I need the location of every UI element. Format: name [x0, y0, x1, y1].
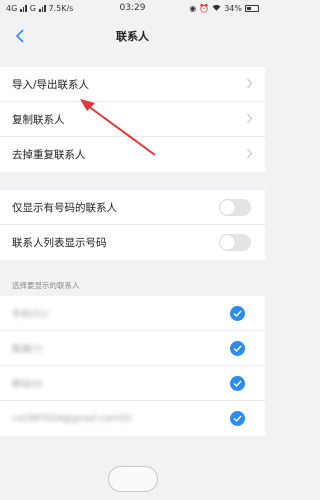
- home-bar: [0, 458, 265, 500]
- only-with-number-row: 仅显示有号码的联系人: [0, 190, 265, 225]
- account-label: ca1997024@gmail.com(0): [12, 413, 132, 424]
- show-number-row: 联系人列表显示号码: [0, 225, 265, 260]
- status-time: 03:29: [119, 3, 146, 13]
- import-export-row[interactable]: 导入/导出联系人: [0, 67, 265, 102]
- only-with-number-label: 仅显示有号码的联系人: [12, 201, 117, 214]
- display-options-group: 仅显示有号码的联系人 联系人列表显示号码: [0, 190, 265, 260]
- home-button[interactable]: [107, 466, 158, 492]
- checkmark-icon[interactable]: [230, 411, 245, 426]
- contacts-actions-group: 导入/导出联系人 复制联系人 去掉重复联系人: [0, 67, 265, 172]
- checkmark-icon[interactable]: [230, 341, 245, 356]
- show-number-toggle[interactable]: [219, 234, 251, 251]
- battery-icon: [245, 4, 259, 12]
- page-title: 联系人: [116, 30, 149, 43]
- only-with-number-toggle[interactable]: [219, 199, 251, 216]
- account-label: 移动(0): [12, 379, 43, 390]
- checkmark-icon[interactable]: [230, 306, 245, 321]
- chevron-right-icon: [247, 113, 253, 124]
- status-bar: 4G G 7.5K/s 03:29 ◉ ⏰ 34%: [0, 0, 265, 16]
- chevron-right-icon: [247, 148, 253, 159]
- accounts-group: 手机(51) 联通(7) 移动(0) ca1997024@gmail.com(0…: [0, 296, 265, 436]
- import-export-label: 导入/导出联系人: [12, 78, 90, 91]
- account-label: 手机(51): [12, 309, 49, 320]
- account-row[interactable]: 联通(7): [0, 331, 265, 366]
- remove-duplicates-label: 去掉重复联系人: [12, 149, 86, 161]
- account-label: 联通(7): [12, 344, 43, 355]
- copy-contacts-row[interactable]: 复制联系人: [0, 102, 265, 137]
- account-row[interactable]: ca1997024@gmail.com(0): [0, 401, 265, 436]
- nav-bar: 联系人: [0, 16, 265, 56]
- show-number-label: 联系人列表显示号码: [12, 237, 107, 249]
- remove-duplicates-row[interactable]: 去掉重复联系人: [0, 137, 265, 172]
- account-row[interactable]: 移动(0): [0, 366, 265, 401]
- accounts-section-title: 选择要显示的联系人: [12, 281, 80, 290]
- chevron-right-icon: [247, 78, 253, 89]
- checkmark-icon[interactable]: [230, 376, 245, 391]
- back-button[interactable]: [8, 24, 32, 48]
- chevron-left-icon: [15, 29, 24, 43]
- copy-contacts-label: 复制联系人: [12, 113, 65, 126]
- account-row[interactable]: 手机(51): [0, 296, 265, 331]
